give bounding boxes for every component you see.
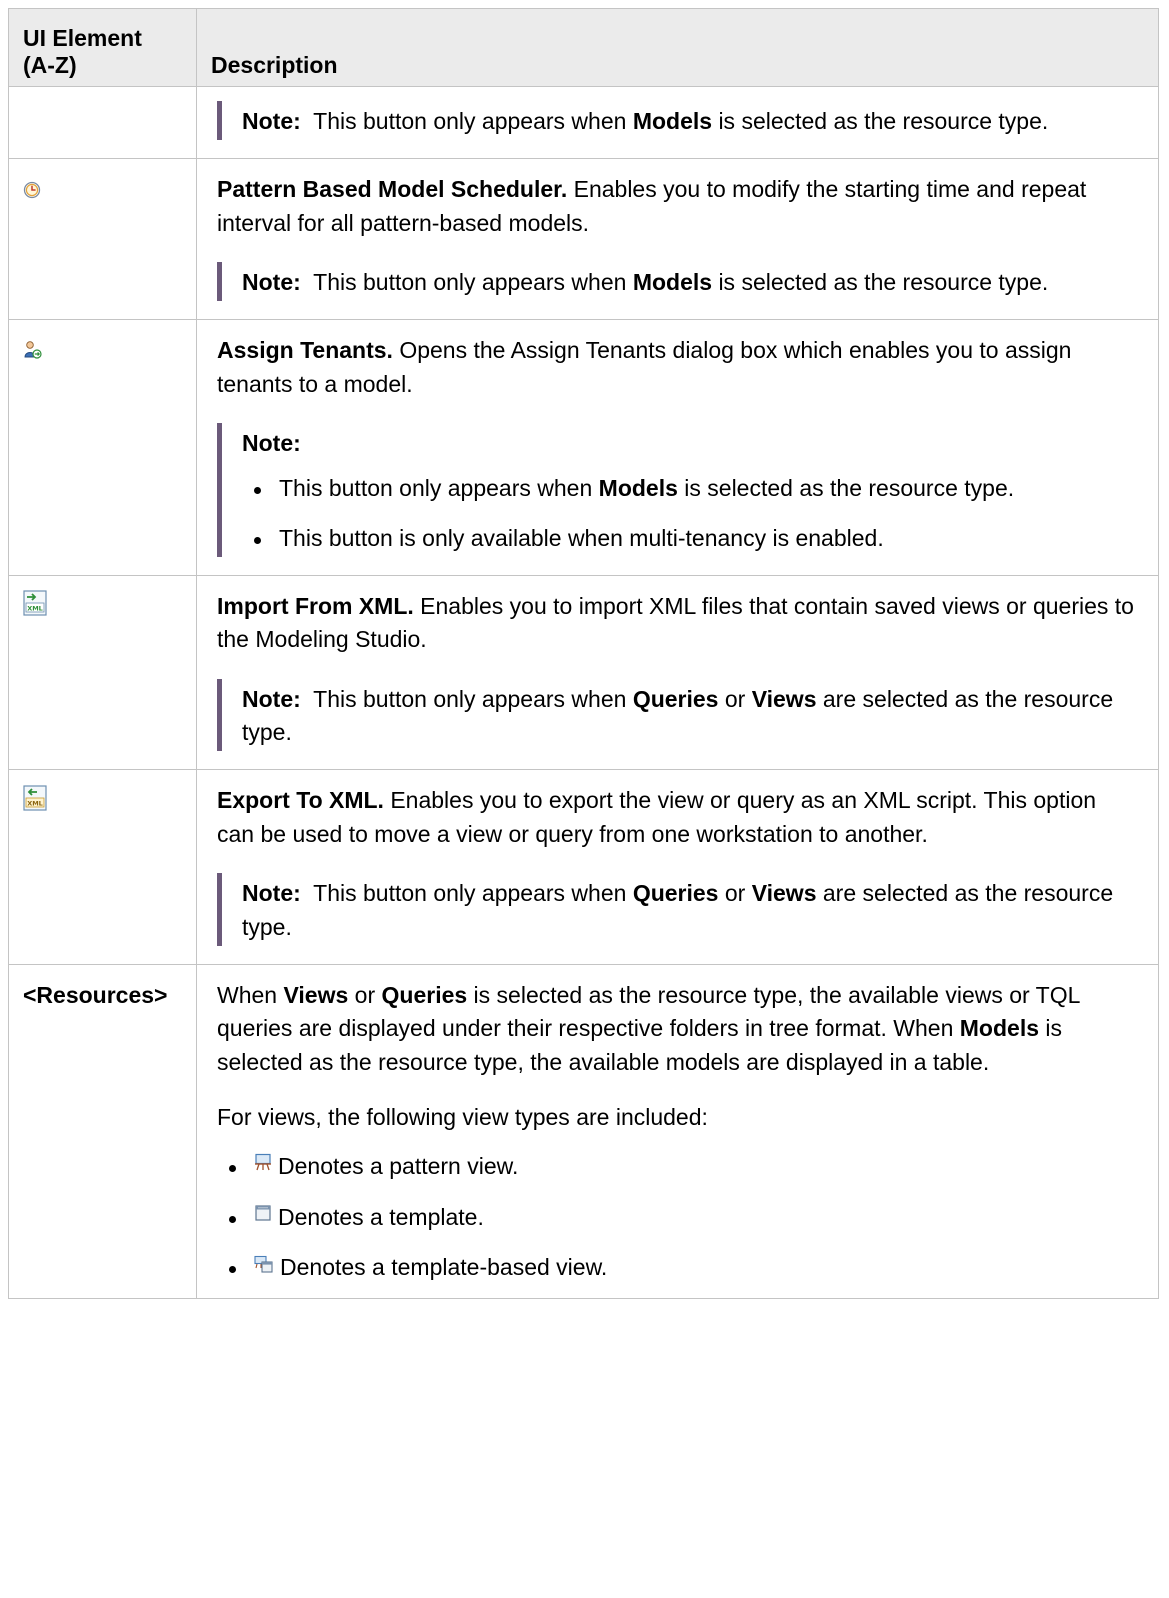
header-ui-element-line2: (A-Z): [23, 51, 77, 78]
ui-element-cell: XML: [8, 575, 197, 771]
element-title: Export To XML.: [217, 787, 384, 814]
note-appears-text: This button only appears when: [313, 685, 627, 712]
svg-text:XML: XML: [27, 799, 43, 807]
description-text: Import From XML. Enables you to import X…: [217, 590, 1138, 657]
note-block: Note: This button only appears when Quer…: [217, 678, 1138, 752]
view-type-text: Denotes a pattern view.: [278, 1153, 519, 1180]
note-label: Note:: [242, 880, 301, 907]
ui-element-cell: [8, 319, 197, 577]
list-item: Denotes a template-based view.: [217, 1251, 1138, 1286]
header-description: Description: [196, 8, 1159, 87]
note-queries: Queries: [632, 880, 719, 907]
table-row: XML Import From XML. Enables you to impo…: [8, 575, 1159, 771]
view-type-text: Denotes a template-based view.: [280, 1254, 608, 1281]
ui-element-cell: [8, 158, 197, 321]
description-text: Assign Tenants. Opens the Assign Tenants…: [217, 334, 1138, 401]
note-models: Models: [598, 475, 678, 502]
table-row: <Resources> When Views or Queries is sel…: [8, 963, 1159, 1300]
resources-element-label: <Resources>: [23, 981, 168, 1008]
note-appears-text: This button only appears when: [313, 880, 627, 907]
note-block: Note: This button only appears when Mode…: [217, 262, 1138, 302]
note-or: or: [724, 880, 746, 907]
note-views: Views: [751, 880, 817, 907]
header-ui-element: UI Element (A-Z): [8, 8, 197, 87]
bullet-dot: [229, 1165, 236, 1173]
element-title: Import From XML.: [217, 593, 414, 620]
pattern-view-icon: [254, 1147, 272, 1180]
description-cell: When Views or Queries is selected as the…: [196, 963, 1159, 1300]
note-appears-text: This button only appears when: [313, 269, 627, 296]
table-row: Note: This button only appears when Mode…: [8, 85, 1159, 160]
resources-description: When Views or Queries is selected as the…: [217, 979, 1138, 1079]
note-label: Note:: [242, 685, 301, 712]
note-label: Note:: [242, 269, 301, 296]
list-item: Denotes a template.: [217, 1201, 1138, 1236]
note-appears-text: This button only appears when: [313, 108, 627, 134]
resources-models: Models: [959, 1015, 1039, 1042]
note-block: Note: This button only appears when Mode…: [217, 101, 1138, 141]
view-types-list: Denotes a pattern view. Denotes a templa…: [217, 1150, 1138, 1286]
note-block: Note: This button only appears when Mode…: [217, 423, 1138, 558]
header-description-label: Description: [211, 51, 338, 78]
description-text: Export To XML. Enables you to export the…: [217, 784, 1138, 851]
note-text: Note: This button only appears when Quer…: [242, 877, 1138, 944]
table-header-row: UI Element (A-Z) Description: [8, 8, 1159, 87]
resources-views: Views: [283, 981, 349, 1008]
view-type-text: Denotes a template.: [278, 1203, 484, 1230]
description-text: Pattern Based Model Scheduler. Enables y…: [217, 173, 1138, 240]
bullet-dot: [254, 487, 261, 495]
bullet-dot: [229, 1266, 236, 1274]
note-text: Note: This button only appears when Mode…: [242, 266, 1138, 299]
element-title: Assign Tenants.: [217, 337, 393, 364]
note-block: Note: This button only appears when Quer…: [217, 873, 1138, 946]
clock-icon[interactable]: [23, 175, 41, 208]
bullet-dot: [229, 1215, 236, 1223]
list-item: This button only appears when Models is …: [242, 472, 1138, 505]
resources-queries: Queries: [381, 981, 468, 1008]
note-selected-text: is selected as the resource type.: [718, 108, 1049, 134]
note-views: Views: [751, 685, 817, 712]
list-item: Denotes a pattern view.: [217, 1150, 1138, 1185]
template-based-view-icon: [254, 1249, 274, 1282]
description-cell: Pattern Based Model Scheduler. Enables y…: [196, 158, 1159, 321]
list-item: This button is only available when multi…: [242, 522, 1138, 555]
ui-elements-table: UI Element (A-Z) Description Note: This …: [8, 8, 1159, 1300]
note-text: Note: This button only appears when Quer…: [242, 683, 1138, 750]
header-ui-element-line1: UI Element: [23, 25, 142, 52]
resources-or: or: [348, 981, 382, 1008]
export-xml-icon[interactable]: XML: [23, 785, 47, 820]
note-selected-text: is selected as the resource type.: [684, 475, 1015, 502]
description-cell: Note: This button only appears when Mode…: [196, 85, 1159, 160]
bullet-dot: [254, 536, 261, 544]
view-types-intro: For views, the following view types are …: [217, 1103, 708, 1130]
ui-element-cell: <Resources>: [8, 963, 197, 1300]
note-models: Models: [632, 269, 713, 296]
note-text: Note: This button only appears when Mode…: [242, 105, 1138, 138]
table-row: XML Export To XML. Enables you to export…: [8, 769, 1159, 965]
note-models: Models: [632, 108, 713, 134]
description-cell: Export To XML. Enables you to export the…: [196, 769, 1159, 965]
template-icon: [254, 1198, 272, 1231]
svg-text:XML: XML: [27, 605, 43, 613]
note-label: Note:: [242, 108, 301, 134]
description-cell: Assign Tenants. Opens the Assign Tenants…: [196, 319, 1159, 577]
table-row: Pattern Based Model Scheduler. Enables y…: [8, 158, 1159, 321]
ui-element-cell: [8, 85, 197, 160]
note-selected-text: is selected as the resource type.: [718, 269, 1049, 296]
note-label-line: Note:: [242, 427, 1138, 460]
bullet-text: This button is only available when multi…: [279, 524, 884, 551]
note-queries: Queries: [632, 685, 719, 712]
assign-tenants-icon[interactable]: [23, 336, 43, 369]
table-row: Assign Tenants. Opens the Assign Tenants…: [8, 319, 1159, 577]
note-bullet-list: This button only appears when Models is …: [242, 472, 1138, 555]
resources-text-when: When: [217, 981, 284, 1008]
description-cell: Import From XML. Enables you to import X…: [196, 575, 1159, 771]
note-label: Note:: [242, 430, 301, 457]
element-title: Pattern Based Model Scheduler.: [217, 176, 568, 203]
note-or: or: [724, 685, 746, 712]
ui-element-cell: XML: [8, 769, 197, 965]
note-appears-text: This button only appears when: [279, 475, 593, 502]
import-xml-icon[interactable]: XML: [23, 590, 47, 625]
